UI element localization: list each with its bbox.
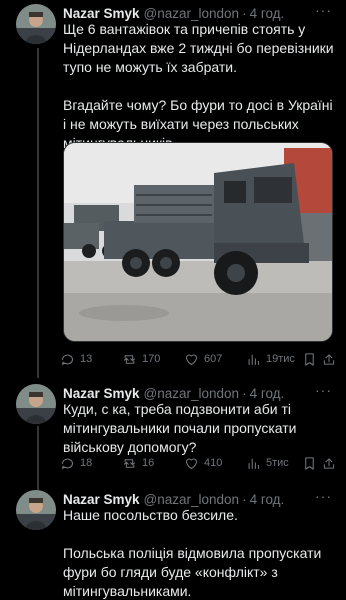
- tweet[interactable]: Nazar Smyk @nazar_london · 4 год. ··· На…: [0, 486, 346, 600]
- author-name[interactable]: Nazar Smyk: [63, 386, 140, 401]
- tweet-photo[interactable]: [63, 142, 333, 342]
- share-icon: [323, 353, 335, 365]
- tweet-actions: 13 170 607 19тис: [60, 350, 336, 368]
- retweet-icon: [123, 354, 136, 364]
- more-icon[interactable]: ···: [315, 382, 332, 398]
- like-button[interactable]: 607: [184, 352, 246, 367]
- heart-icon: [185, 353, 198, 365]
- timestamp[interactable]: 4 год.: [250, 6, 285, 21]
- bookmark-icon: [305, 456, 314, 470]
- retweet-icon: [123, 458, 136, 468]
- tweet-text: Наше посольство безсиле. Польська поліці…: [63, 507, 322, 599]
- views-button[interactable]: 5тис: [246, 456, 302, 471]
- tweet-text: Ще 6 вантажівок та причепів стоять у Нід…: [63, 21, 334, 151]
- reply-button[interactable]: 18: [60, 456, 122, 471]
- avatar[interactable]: [16, 384, 56, 424]
- author-handle[interactable]: @nazar_london: [144, 386, 240, 401]
- timestamp[interactable]: 4 год.: [250, 386, 285, 401]
- share-button[interactable]: [322, 352, 336, 367]
- reply-count: 13: [80, 353, 93, 365]
- views-icon: [248, 354, 260, 365]
- bookmark-icon: [305, 352, 314, 366]
- separator-dot: ·: [242, 5, 247, 21]
- share-icon: [323, 457, 335, 469]
- author-name[interactable]: Nazar Smyk: [63, 492, 140, 507]
- reply-button[interactable]: 13: [60, 352, 122, 367]
- bookmark-button[interactable]: [302, 352, 322, 367]
- avatar[interactable]: [16, 490, 56, 530]
- views-button[interactable]: 19тис: [246, 352, 302, 367]
- views-count: 19тис: [266, 353, 295, 365]
- timestamp[interactable]: 4 год.: [250, 492, 285, 507]
- like-count: 410: [204, 457, 223, 469]
- tweet[interactable]: Nazar Smyk @nazar_london · 4 год. ··· Ще…: [0, 0, 346, 372]
- reply-icon: [61, 354, 74, 365]
- retweet-button[interactable]: 16: [122, 456, 184, 471]
- like-count: 607: [204, 353, 223, 365]
- reply-count: 18: [80, 457, 93, 469]
- heart-icon: [185, 457, 198, 469]
- author-name[interactable]: Nazar Smyk: [63, 6, 140, 21]
- retweet-count: 16: [142, 457, 155, 469]
- tweet-text: Куди, с ка, треба подзвонити аби ті міти…: [63, 401, 297, 455]
- views-icon: [248, 458, 260, 469]
- views-count: 5тис: [266, 457, 289, 469]
- more-icon[interactable]: ···: [315, 2, 332, 18]
- more-icon[interactable]: ···: [315, 488, 332, 504]
- retweet-count: 170: [142, 353, 161, 365]
- like-button[interactable]: 410: [184, 456, 246, 471]
- avatar[interactable]: [16, 4, 56, 44]
- separator-dot: ·: [242, 491, 247, 507]
- tweet-actions: 18 16 410 5тис: [60, 454, 336, 472]
- tweet[interactable]: Nazar Smyk @nazar_london · 4 год. ··· Ку…: [0, 380, 346, 480]
- retweet-button[interactable]: 170: [122, 352, 184, 367]
- author-handle[interactable]: @nazar_london: [144, 6, 240, 21]
- reply-icon: [61, 458, 74, 469]
- share-button[interactable]: [322, 456, 336, 471]
- author-handle[interactable]: @nazar_london: [144, 492, 240, 507]
- bookmark-button[interactable]: [302, 456, 322, 471]
- separator-dot: ·: [242, 385, 247, 401]
